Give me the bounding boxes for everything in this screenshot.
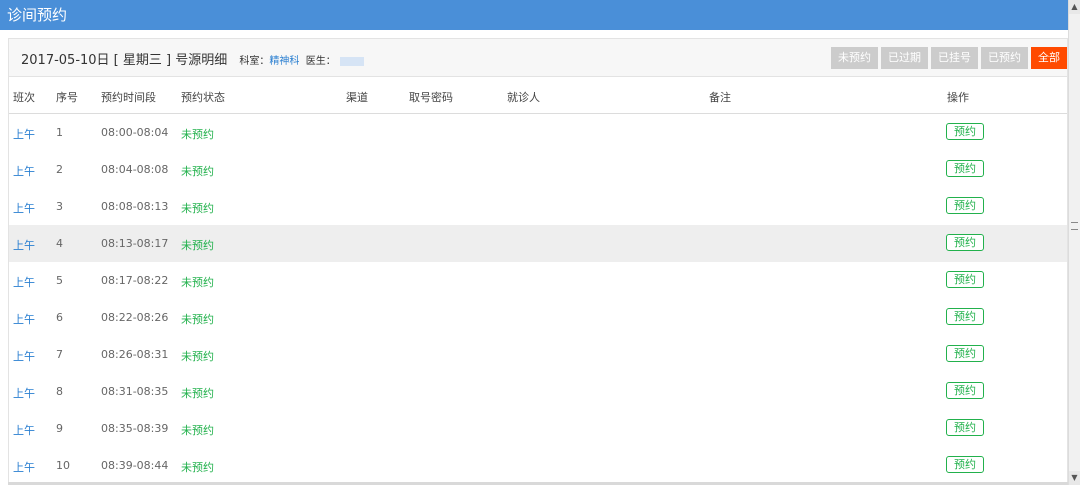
col-shift: 班次 <box>13 91 35 104</box>
shift-cell[interactable]: 上午 <box>13 237 35 253</box>
seq-cell: 5 <box>56 274 63 287</box>
shift-cell[interactable]: 上午 <box>13 459 35 475</box>
table-row: 上午 1 08:00-08:04 未预约 预约 <box>9 114 1067 151</box>
dept-info: 科室：精神科 医生： <box>239 56 364 67</box>
table-row: 上午 6 08:22-08:26 未预约 预约 <box>9 299 1067 336</box>
col-note: 备注 <box>709 91 731 104</box>
book-button[interactable]: 预约 <box>946 160 984 177</box>
time-slot-cell: 08:04-08:08 <box>101 163 169 176</box>
seq-cell: 9 <box>56 422 63 435</box>
table-row: 上午 7 08:26-08:31 未预约 预约 <box>9 336 1067 373</box>
book-button[interactable]: 预约 <box>946 123 984 140</box>
table-row: 上午 8 08:31-08:35 未预约 预约 <box>9 373 1067 410</box>
status-cell: 未预约 <box>181 128 214 141</box>
table-row: 上午 2 08:04-08:08 未预约 预约 <box>9 151 1067 188</box>
time-slot-cell: 08:26-08:31 <box>101 348 169 361</box>
time-slot-cell: 08:00-08:04 <box>101 126 169 139</box>
scroll-up-icon[interactable]: ▲ <box>1069 0 1080 14</box>
time-slot-cell: 08:22-08:26 <box>101 311 169 324</box>
status-cell: 未预约 <box>181 313 214 326</box>
seq-cell: 6 <box>56 311 63 324</box>
book-button[interactable]: 预约 <box>946 271 984 288</box>
shift-cell[interactable]: 上午 <box>13 422 35 438</box>
col-seq: 序号 <box>56 91 78 104</box>
book-button[interactable]: 预约 <box>946 197 984 214</box>
status-cell: 未预约 <box>181 276 214 289</box>
table-row: 上午 9 08:35-08:39 未预约 预约 <box>9 410 1067 447</box>
col-time: 预约时间段 <box>101 91 156 104</box>
status-cell: 未预约 <box>181 461 214 474</box>
date-line-text: 2017-05-10日 [ 星期三 ] 号源明细 <box>21 53 228 68</box>
shift-cell[interactable]: 上午 <box>13 348 35 364</box>
dept-label: 科室： <box>239 56 270 67</box>
seq-cell: 2 <box>56 163 63 176</box>
filter-button-4[interactable]: 全部 <box>1031 47 1067 69</box>
table-row: 上午 4 08:13-08:17 未预约 预约 <box>9 225 1067 262</box>
table-row: 上午 10 08:39-08:44 未预约 预约 <box>9 447 1067 484</box>
doctor-label: 医生： <box>305 56 336 67</box>
filter-button-2[interactable]: 已挂号 <box>931 47 978 69</box>
table-header: 班次 序号 预约时间段 预约状态 渠道 取号密码 就诊人 备注 操作 <box>9 77 1067 114</box>
shift-cell[interactable]: 上午 <box>13 126 35 142</box>
book-button[interactable]: 预约 <box>946 382 984 399</box>
col-status: 预约状态 <box>181 91 225 104</box>
table-row: 上午 3 08:08-08:13 未预约 预约 <box>9 188 1067 225</box>
shift-cell[interactable]: 上午 <box>13 200 35 216</box>
time-slot-cell: 08:08-08:13 <box>101 200 169 213</box>
doctor-name-redacted <box>339 56 364 66</box>
date-heading: 2017-05-10日 [ 星期三 ] 号源明细 科室：精神科 医生： <box>21 49 364 68</box>
schedule-panel: 2017-05-10日 [ 星期三 ] 号源明细 科室：精神科 医生： 未预约已… <box>8 38 1068 485</box>
filter-button-1[interactable]: 已过期 <box>881 47 928 69</box>
book-button[interactable]: 预约 <box>946 234 984 251</box>
window-title: 诊间预约 <box>7 6 68 24</box>
shift-cell[interactable]: 上午 <box>13 274 35 290</box>
time-slot-cell: 08:17-08:22 <box>101 274 169 287</box>
seq-cell: 1 <box>56 126 63 139</box>
filter-button-3[interactable]: 已预约 <box>981 47 1028 69</box>
seq-cell: 7 <box>56 348 63 361</box>
status-cell: 未预约 <box>181 387 214 400</box>
seq-cell: 3 <box>56 200 63 213</box>
col-channel: 渠道 <box>346 91 368 104</box>
status-cell: 未预约 <box>181 350 214 363</box>
col-patient: 就诊人 <box>507 91 540 104</box>
book-button[interactable]: 预约 <box>946 419 984 436</box>
seq-cell: 8 <box>56 385 63 398</box>
dept-value: 精神科 <box>269 56 300 67</box>
seq-cell: 4 <box>56 237 63 250</box>
status-filter-group: 未预约 已过期 已挂号 已预约 全部 <box>831 47 1067 69</box>
col-password: 取号密码 <box>409 91 453 104</box>
filter-button-0[interactable]: 未预约 <box>831 47 878 69</box>
time-slot-cell: 08:13-08:17 <box>101 237 169 250</box>
status-cell: 未预约 <box>181 424 214 437</box>
window-title-bar: 诊间预约 <box>0 0 1068 30</box>
book-button[interactable]: 预约 <box>946 456 984 473</box>
shift-cell[interactable]: 上午 <box>13 311 35 327</box>
time-slot-cell: 08:35-08:39 <box>101 422 169 435</box>
status-cell: 未预约 <box>181 239 214 252</box>
time-slot-cell: 08:39-08:44 <box>101 459 169 472</box>
book-button[interactable]: 预约 <box>946 345 984 362</box>
status-cell: 未预约 <box>181 202 214 215</box>
shift-cell[interactable]: 上午 <box>13 163 35 179</box>
time-slot-cell: 08:31-08:35 <box>101 385 169 398</box>
scroll-down-icon[interactable]: ▼ <box>1069 471 1080 485</box>
status-cell: 未预约 <box>181 165 214 178</box>
seq-cell: 10 <box>56 459 70 472</box>
scroll-grip-icon[interactable] <box>1071 222 1078 230</box>
shift-cell[interactable]: 上午 <box>13 385 35 401</box>
book-button[interactable]: 预约 <box>946 308 984 325</box>
col-operation: 操作 <box>947 91 969 104</box>
vertical-scrollbar[interactable]: ▲ ▼ <box>1068 0 1080 485</box>
panel-header: 2017-05-10日 [ 星期三 ] 号源明细 科室：精神科 医生： 未预约已… <box>9 39 1067 77</box>
table-row: 上午 5 08:17-08:22 未预约 预约 <box>9 262 1067 299</box>
